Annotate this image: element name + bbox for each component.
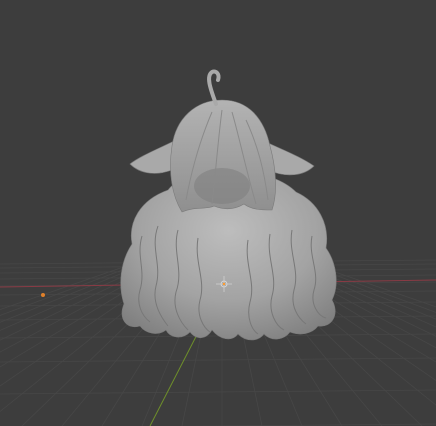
ahoge-strand — [207, 69, 221, 106]
viewport-canvas[interactable] — [0, 0, 436, 426]
grid-line — [0, 389, 436, 395]
sculpted-hair-mesh[interactable] — [120, 69, 337, 341]
3d-viewport[interactable] — [0, 0, 436, 426]
left-ear — [129, 139, 177, 174]
light-origin-icon[interactable] — [41, 293, 45, 297]
face-shadow — [194, 168, 250, 204]
